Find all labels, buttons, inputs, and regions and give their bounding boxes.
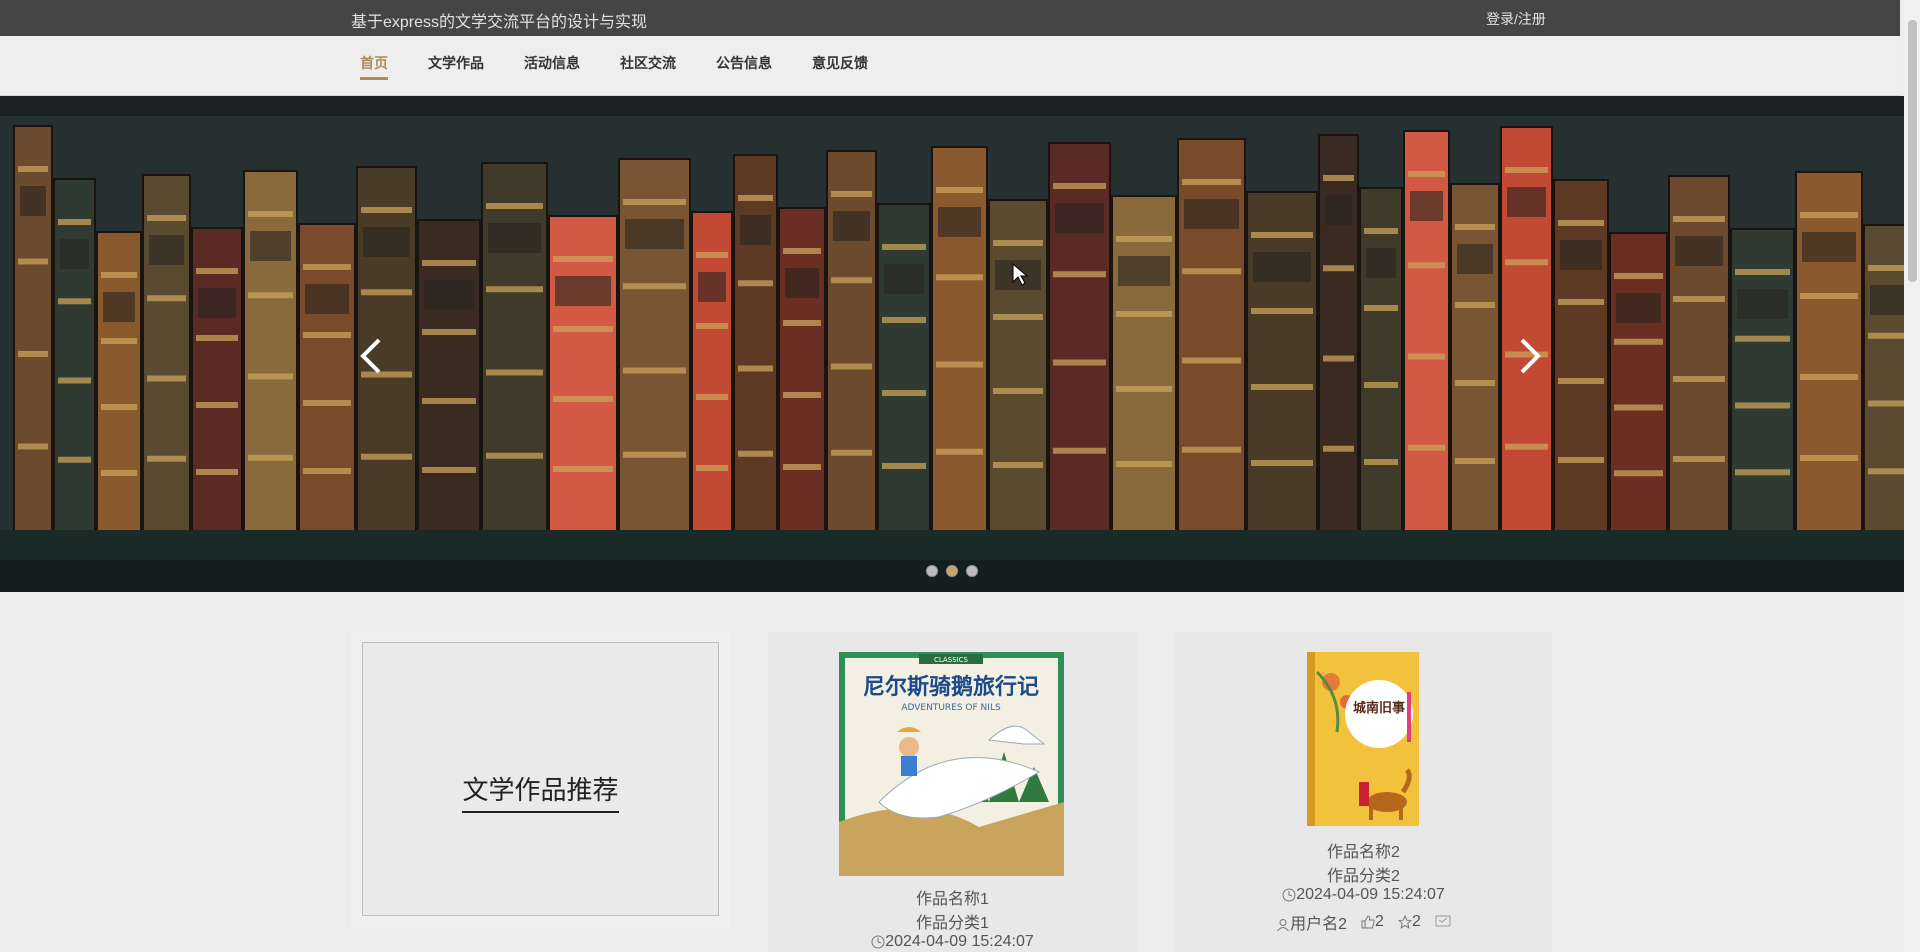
clock-icon xyxy=(871,935,885,949)
work-time: 2024-04-09 15:24:07 xyxy=(1296,886,1445,903)
work-time: 2024-04-09 15:24:07 xyxy=(885,933,1034,950)
work-category: 作品分类2 xyxy=(1327,868,1400,885)
work-name: 作品名称2 xyxy=(1327,844,1400,861)
nav-item-announcements[interactable]: 公告信息 xyxy=(716,36,772,91)
carousel-dot[interactable] xyxy=(946,565,958,577)
work-category: 作品分类1 xyxy=(916,915,989,932)
nav-item-activities[interactable]: 活动信息 xyxy=(524,36,580,91)
nav-item-feedback[interactable]: 意见反馈 xyxy=(812,36,868,91)
cover-subtitle: ADVENTURES OF NILS xyxy=(901,703,1001,713)
main-nav: 首页 文学作品 活动信息 社区交流 公告信息 意见反馈 xyxy=(0,36,1900,96)
like-count: 2 xyxy=(1375,913,1384,930)
work-card[interactable]: 城南旧事 作品名称2 作品分类2 2024-04-09 15:24:07 用户名… xyxy=(1175,632,1552,952)
cover-badge: CLASSICS xyxy=(934,656,969,664)
cover-title: 城南旧事 xyxy=(1353,700,1405,716)
work-stats-row: 用户名2 2 2 xyxy=(1175,910,1552,934)
work-name: 作品名称1 xyxy=(916,891,989,908)
recommend-section-card: 文学作品推荐 xyxy=(351,632,730,928)
carousel-dots xyxy=(926,565,978,577)
work-time-row: 2024-04-09 15:24:07 xyxy=(768,933,1137,951)
cover-title: 尼尔斯骑鹅旅行记 xyxy=(863,674,1039,700)
work-time-row: 2024-04-09 15:24:07 xyxy=(1175,886,1552,904)
comment-icon xyxy=(1435,915,1451,927)
star-icon xyxy=(1397,914,1412,929)
nav-item-community[interactable]: 社区交流 xyxy=(620,36,676,91)
carousel-prev-icon[interactable] xyxy=(353,326,393,386)
nav-item-home[interactable]: 首页 xyxy=(360,36,388,91)
thumbs-up-icon xyxy=(1361,915,1375,929)
work-card[interactable]: CLASSICS 尼尔斯骑鹅旅行记 ADVENTURES OF NILS 作品名… xyxy=(768,632,1137,952)
nav-item-literary-works[interactable]: 文学作品 xyxy=(428,36,484,91)
bookshelf-image xyxy=(0,96,1904,592)
carousel-dot[interactable] xyxy=(926,565,938,577)
work-cover-image[interactable]: 城南旧事 xyxy=(1307,652,1419,826)
work-user: 用户名2 xyxy=(1290,916,1348,933)
user-icon xyxy=(1277,918,1290,932)
work-cover-image[interactable]: CLASSICS 尼尔斯骑鹅旅行记 ADVENTURES OF NILS xyxy=(839,652,1064,876)
login-register-link[interactable]: 登录/注册 xyxy=(1486,9,1546,29)
section-title: 文学作品推荐 xyxy=(462,775,619,813)
clock-icon xyxy=(1282,888,1296,902)
top-bar: 基于express的文学交流平台的设计与实现 登录/注册 xyxy=(0,0,1900,36)
carousel-dot[interactable] xyxy=(966,565,978,577)
favorite-count: 2 xyxy=(1411,913,1421,930)
hero-carousel xyxy=(0,96,1904,592)
carousel-next-icon[interactable] xyxy=(1508,326,1548,386)
site-title: 基于express的文学交流平台的设计与实现 xyxy=(351,14,648,31)
scrollbar-thumb[interactable] xyxy=(1908,20,1917,282)
